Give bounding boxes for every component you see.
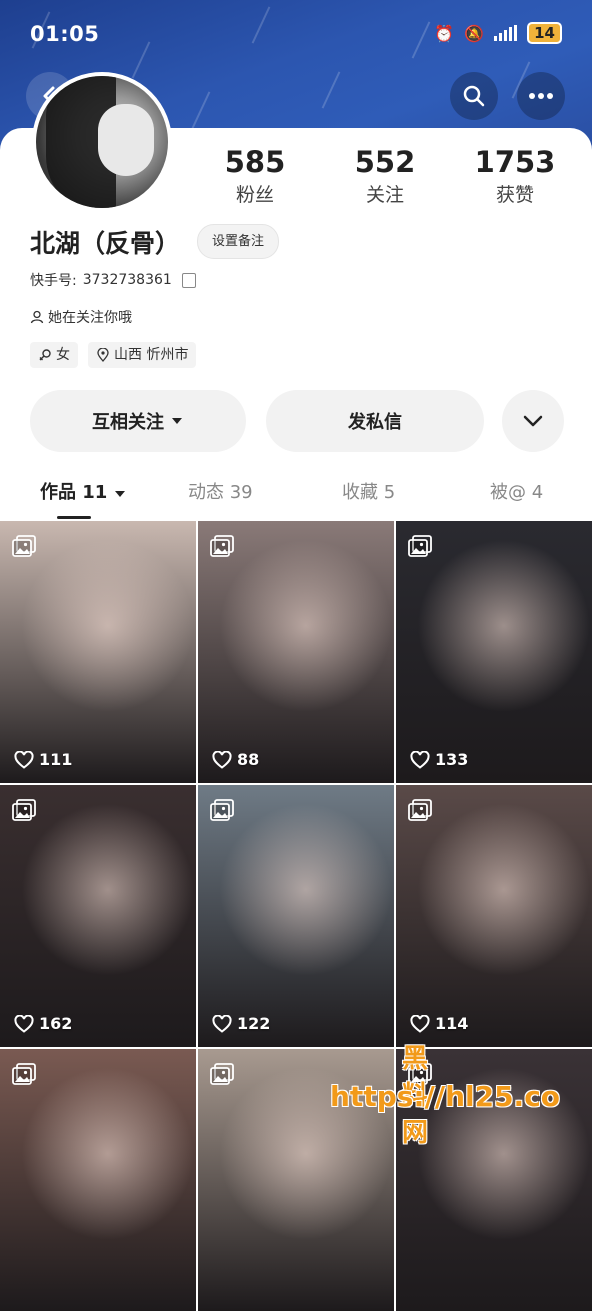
stat-following[interactable]: 552 关注 [320,144,450,207]
post-thumbnail[interactable]: 114 [396,785,592,1047]
post-likes-count: 111 [39,750,73,769]
mutual-follow-label: 互相关注 [92,412,164,433]
status-time: 01:05 [30,22,100,46]
stat-likes[interactable]: 1753 获赞 [450,144,580,207]
profile-actions: 互相关注 发私信 [30,390,564,452]
content-tabs: 作品 11 动态 39 收藏 5 被@ 4 [0,472,592,520]
post-likes-count: 133 [435,750,469,769]
post-likes: 133 [410,750,468,769]
location-pin-icon [97,348,109,362]
avatar[interactable] [32,72,172,212]
post-thumbnail[interactable]: 122 [198,785,394,1047]
post-likes: 111 [14,750,72,769]
post-likes-count: 122 [237,1014,271,1033]
more-dots-icon [529,93,553,99]
post-thumbnail[interactable]: 88 [198,521,394,783]
tab-works[interactable]: 作品 11 [40,478,126,504]
active-tab-indicator [57,516,91,519]
post-thumbnail[interactable]: 111 [0,521,196,783]
profile-tags: 女 山西 忻州市 [30,342,197,368]
alarm-icon: ⏰ [434,23,455,43]
post-likes: 122 [212,1014,270,1033]
user-id-row: 快手号: 3732738361 [30,270,196,290]
location-text: 山西 忻州市 [114,347,189,363]
post-thumbnail[interactable]: 133 [396,521,592,783]
gender-tag: 女 [30,342,78,368]
mute-bell-icon: 🔕 [464,23,485,43]
message-button[interactable]: 发私信 [266,390,484,452]
stat-likes-value: 1753 [474,145,556,179]
message-label: 发私信 [348,412,402,433]
search-button[interactable] [450,72,498,120]
user-id-label: 快手号: [30,273,77,289]
expand-button[interactable] [502,390,564,452]
post-likes-count: 114 [435,1014,469,1033]
follow-status-row: 她在关注你哦 [30,307,132,327]
watermark-line2: https://hl25.co [330,1080,561,1113]
post-thumbnail[interactable]: 162 [0,785,196,1047]
status-bar: 01:05 ⏰ 🔕 14 [0,0,592,70]
heart-icon [410,750,430,769]
image-post-icon [408,535,432,557]
tab-moments[interactable]: 动态 39 [188,478,253,504]
tab-works-label: 作品 11 [40,482,108,503]
post-likes: 114 [410,1014,468,1033]
stat-likes-label: 获赞 [495,184,534,206]
image-post-icon [210,535,234,557]
tab-mentions[interactable]: 被@ 4 [490,478,543,504]
stat-followers-label: 粉丝 [235,184,274,206]
status-icons: ⏰ 🔕 14 [434,22,562,44]
heart-icon [14,750,34,769]
copy-icon[interactable] [181,272,196,288]
stat-followers[interactable]: 585 粉丝 [190,144,320,207]
post-thumbnail[interactable] [0,1049,196,1311]
tab-favorites[interactable]: 收藏 5 [342,478,395,504]
profile-name: 北湖（反骨） [30,229,181,258]
user-id-value: 3732738361 [82,272,172,288]
location-tag: 山西 忻州市 [88,342,197,368]
search-icon [463,85,485,107]
profile-stats: 585 粉丝 552 关注 1753 获赞 [190,144,580,207]
heart-icon [212,1014,232,1033]
heart-icon [212,750,232,769]
post-likes: 162 [14,1014,72,1033]
user-icon [30,310,44,324]
female-icon [39,349,51,361]
stat-following-label: 关注 [365,184,404,206]
image-post-icon [12,535,36,557]
post-likes-count: 162 [39,1014,73,1033]
heart-icon [410,1014,430,1033]
image-post-icon [210,1063,234,1085]
caret-down-icon [172,418,182,424]
more-button[interactable] [517,72,565,120]
caret-down-icon [114,491,125,497]
signal-icon [494,25,518,41]
stat-following-value: 552 [354,145,416,179]
mutual-follow-button[interactable]: 互相关注 [30,390,246,452]
gender-text: 女 [56,347,70,363]
stat-followers-value: 585 [224,145,286,179]
image-post-icon [12,1063,36,1085]
post-likes-count: 88 [237,750,260,769]
image-post-icon [408,799,432,821]
post-likes: 88 [212,750,259,769]
set-note-button[interactable]: 设置备注 [197,224,280,259]
image-post-icon [210,799,234,821]
chevron-down-icon [523,415,543,427]
heart-icon [14,1014,34,1033]
battery-icon: 14 [527,22,562,44]
image-post-icon [12,799,36,821]
follow-status-text: 她在关注你哦 [48,310,132,326]
